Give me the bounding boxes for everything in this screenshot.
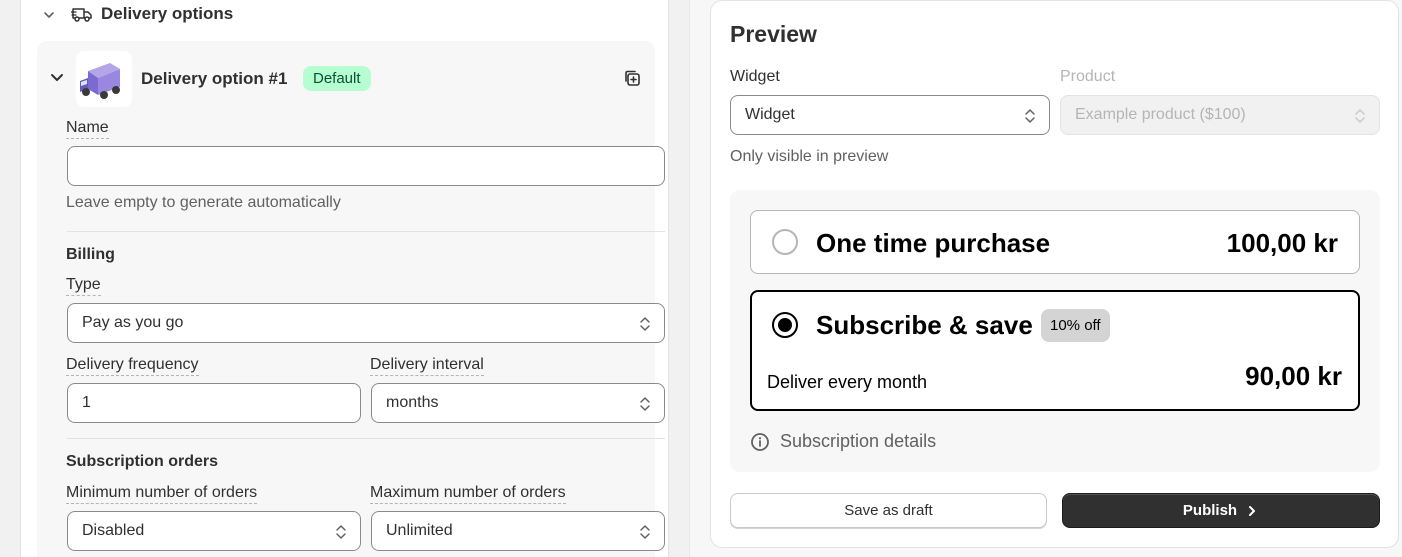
interval-label: Delivery interval	[370, 356, 484, 376]
delivery-truck-image	[76, 51, 132, 107]
subscribe-radio[interactable]	[772, 312, 798, 338]
one-time-price: 100,00 kr	[1226, 228, 1338, 258]
select-arrows-icon	[336, 525, 346, 539]
subscribe-price: 90,00 kr	[1245, 361, 1342, 391]
chevron-down-icon[interactable]	[49, 69, 65, 85]
billing-type-select[interactable]: Pay as you go	[67, 303, 665, 343]
select-arrows-icon	[640, 317, 650, 331]
delivery-options-panel: Delivery options Delivery option #1 Defa…	[20, 0, 669, 557]
divider	[67, 438, 665, 439]
product-label: Product	[1060, 68, 1116, 85]
product-value: Example product ($100)	[1075, 106, 1246, 123]
max-orders-label: Maximum number of orders	[370, 484, 566, 504]
frequency-field[interactable]	[67, 383, 361, 423]
min-orders-label: Minimum number of orders	[66, 484, 258, 504]
max-orders-value: Unlimited	[386, 522, 453, 539]
duplicate-icon[interactable]	[623, 69, 641, 87]
widget-select[interactable]: Widget	[730, 95, 1050, 135]
save-as-draft-button[interactable]: Save as draft	[730, 493, 1047, 528]
billing-heading: Billing	[66, 246, 115, 263]
publish-button[interactable]: Publish	[1062, 493, 1380, 528]
visibility-note: Only visible in preview	[730, 148, 889, 165]
interval-select[interactable]: months	[371, 383, 665, 423]
interval-value: months	[386, 394, 439, 411]
name-label: Name	[66, 119, 109, 139]
delivery-option-card: Delivery option #1 Default Name Leave em…	[37, 41, 665, 557]
section-title: Delivery options	[101, 4, 234, 23]
save-as-draft-label: Save as draft	[844, 502, 933, 519]
delivery-option-title: Delivery option #1	[141, 69, 288, 88]
delivery-frequency-text: Deliver every month	[767, 372, 928, 392]
subscribe-save-option[interactable]: Subscribe & save 10% off Deliver every m…	[750, 290, 1360, 411]
one-time-radio[interactable]	[772, 229, 798, 255]
name-help-text: Leave empty to generate automatically	[66, 194, 341, 211]
select-arrows-icon	[1355, 109, 1365, 123]
default-badge: Default	[303, 66, 371, 91]
chevron-down-icon[interactable]	[42, 8, 56, 22]
widget-value: Widget	[745, 106, 795, 123]
product-select: Example product ($100)	[1060, 95, 1380, 135]
discount-badge: 10% off	[1041, 309, 1110, 342]
subscription-widget: One time purchase 100,00 kr Subscribe & …	[730, 190, 1380, 472]
name-input[interactable]	[82, 157, 650, 175]
subscription-orders-heading: Subscription orders	[66, 453, 219, 470]
billing-type-value: Pay as you go	[82, 314, 184, 331]
type-label: Type	[66, 276, 101, 296]
subscribe-label: Subscribe & save	[816, 310, 1033, 340]
one-time-purchase-option[interactable]: One time purchase 100,00 kr	[750, 210, 1360, 274]
select-arrows-icon	[640, 525, 650, 539]
name-field[interactable]	[67, 146, 665, 186]
publish-label: Publish	[1182, 502, 1238, 519]
select-arrows-icon	[1025, 109, 1035, 123]
min-orders-select[interactable]: Disabled	[67, 511, 361, 551]
min-orders-value: Disabled	[82, 522, 145, 539]
truck-icon	[71, 8, 92, 22]
one-time-label: One time purchase	[816, 228, 1051, 258]
widget-label: Widget	[730, 68, 780, 85]
preview-card: Preview Widget Widget Product Example pr…	[710, 0, 1399, 548]
frequency-input[interactable]	[82, 394, 346, 412]
divider	[67, 231, 665, 232]
subscription-details-label: Subscription details	[780, 431, 937, 451]
max-orders-select[interactable]: Unlimited	[371, 511, 665, 551]
info-icon	[751, 432, 769, 451]
preview-title: Preview	[730, 21, 817, 47]
frequency-label: Delivery frequency	[66, 356, 199, 376]
chevron-right-icon	[1249, 505, 1256, 516]
select-arrows-icon	[640, 397, 650, 411]
subscription-details-link[interactable]: Subscription details	[750, 431, 936, 452]
